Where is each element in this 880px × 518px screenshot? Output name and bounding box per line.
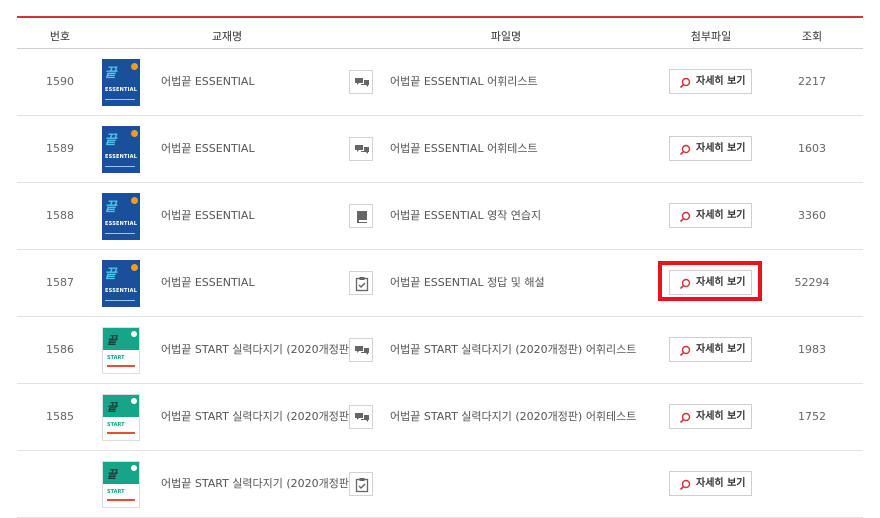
clipboard-check-icon bbox=[349, 271, 373, 295]
table-row: 1585 끝 START 어법끝 START 실력다지기 (2020개정판) 어법끝 S… bbox=[17, 384, 863, 451]
view-details-label: 자세히 보기 bbox=[696, 210, 746, 221]
view-details-button[interactable]: 자세히 보기 bbox=[669, 136, 752, 161]
header-file: 파일명 bbox=[490, 30, 522, 43]
view-count: 52294 bbox=[794, 276, 830, 289]
table-row: 1589 끝 ESSENTIAL 어법끝 ESSENTIAL 어법끝 ESSENTIAL… bbox=[17, 116, 863, 183]
view-details-label: 자세히 보기 bbox=[696, 143, 746, 154]
row-number: 1589 bbox=[46, 142, 74, 155]
file-name[interactable]: 어법끝 START 실력다지기 (2020개정판) 어휘테스트 bbox=[390, 384, 636, 450]
view-count: 2217 bbox=[798, 75, 826, 88]
view-count: 1983 bbox=[798, 343, 826, 356]
view-details-label: 자세히 보기 bbox=[696, 478, 746, 489]
chat-icon bbox=[349, 70, 373, 94]
view-details-button[interactable]: 자세히 보기 bbox=[669, 270, 752, 295]
view-details-button[interactable]: 자세히 보기 bbox=[669, 69, 752, 94]
header-attachment: 첨부파일 bbox=[690, 30, 732, 43]
book-icon bbox=[349, 204, 373, 228]
chat-icon bbox=[349, 405, 373, 429]
table-header: 번호 교재명 파일명 첨부파일 조회 bbox=[17, 18, 863, 49]
header-views: 조회 bbox=[801, 30, 823, 43]
row-number: 1590 bbox=[46, 75, 74, 88]
book-cover-image: 끝 ESSENTIAL bbox=[102, 193, 140, 240]
file-name[interactable]: 어법끝 START 실력다지기 (2020개정판) 어휘리스트 bbox=[390, 317, 636, 383]
resource-table: 번호 교재명 파일명 첨부파일 조회 1590 끝 ESSENTIAL 어법끝 ESS… bbox=[17, 16, 863, 518]
file-name[interactable]: 어법끝 ESSENTIAL 어휘테스트 bbox=[390, 116, 538, 182]
row-number: 1587 bbox=[46, 276, 74, 289]
view-details-button[interactable]: 자세히 보기 bbox=[669, 203, 752, 228]
header-book: 교재명 bbox=[211, 30, 243, 43]
view-count: 3360 bbox=[798, 209, 826, 222]
view-details-label: 자세히 보기 bbox=[696, 76, 746, 87]
book-title[interactable]: 어법끝 ESSENTIAL bbox=[161, 49, 255, 115]
book-title[interactable]: 어법끝 ESSENTIAL bbox=[161, 250, 255, 316]
book-cover-image: 끝 START bbox=[102, 394, 140, 441]
view-details-button[interactable]: 자세히 보기 bbox=[669, 337, 752, 362]
header-number: 번호 bbox=[49, 30, 71, 43]
book-title[interactable]: 어법끝 ESSENTIAL bbox=[161, 183, 255, 249]
view-details-button[interactable]: 자세히 보기 bbox=[669, 404, 752, 429]
table-row: 1587 끝 ESSENTIAL 어법끝 ESSENTIAL 어법끝 ESSENTIAL… bbox=[17, 250, 863, 317]
view-count: 1603 bbox=[798, 142, 826, 155]
book-cover-image: 끝 START bbox=[102, 327, 140, 374]
view-count: 1752 bbox=[798, 410, 826, 423]
book-cover-image: 끝 ESSENTIAL bbox=[102, 126, 140, 173]
view-details-label: 자세히 보기 bbox=[696, 411, 746, 422]
book-title[interactable]: 어법끝 START 실력다지기 (2020개정판) bbox=[161, 317, 353, 383]
chat-icon bbox=[349, 338, 373, 362]
row-number: 1586 bbox=[46, 343, 74, 356]
clipboard-check-icon bbox=[349, 472, 373, 496]
table-row: 1590 끝 ESSENTIAL 어법끝 ESSENTIAL 어법끝 ESSENTIAL… bbox=[17, 49, 863, 116]
chat-icon bbox=[349, 137, 373, 161]
view-details-label: 자세히 보기 bbox=[696, 277, 746, 288]
table-row: 1588 끝 ESSENTIAL 어법끝 ESSENTIAL 어법끝 ESSENTIAL… bbox=[17, 183, 863, 250]
view-details-label: 자세히 보기 bbox=[696, 344, 746, 355]
table-row: 1586 끝 START 어법끝 START 실력다지기 (2020개정판) 어법끝 S… bbox=[17, 317, 863, 384]
book-cover-image: 끝 ESSENTIAL bbox=[102, 260, 140, 307]
table-body: 1590 끝 ESSENTIAL 어법끝 ESSENTIAL 어법끝 ESSENTIAL… bbox=[17, 49, 863, 518]
table-row: 끝 START 어법끝 START 실력다지기 (2020개정판) 자세히 보기 bbox=[17, 451, 863, 518]
book-cover-image: 끝 START bbox=[102, 461, 140, 508]
book-cover-image: 끝 ESSENTIAL bbox=[102, 59, 140, 106]
book-title[interactable]: 어법끝 START 실력다지기 (2020개정판) bbox=[161, 451, 353, 517]
file-name[interactable]: 어법끝 ESSENTIAL 어휘리스트 bbox=[390, 49, 538, 115]
book-title[interactable]: 어법끝 ESSENTIAL bbox=[161, 116, 255, 182]
file-name[interactable]: 어법끝 ESSENTIAL 정답 및 해설 bbox=[390, 250, 545, 316]
book-title[interactable]: 어법끝 START 실력다지기 (2020개정판) bbox=[161, 384, 353, 450]
row-number: 1585 bbox=[46, 410, 74, 423]
file-name[interactable]: 어법끝 ESSENTIAL 영작 연습지 bbox=[390, 183, 541, 249]
row-number: 1588 bbox=[46, 209, 74, 222]
